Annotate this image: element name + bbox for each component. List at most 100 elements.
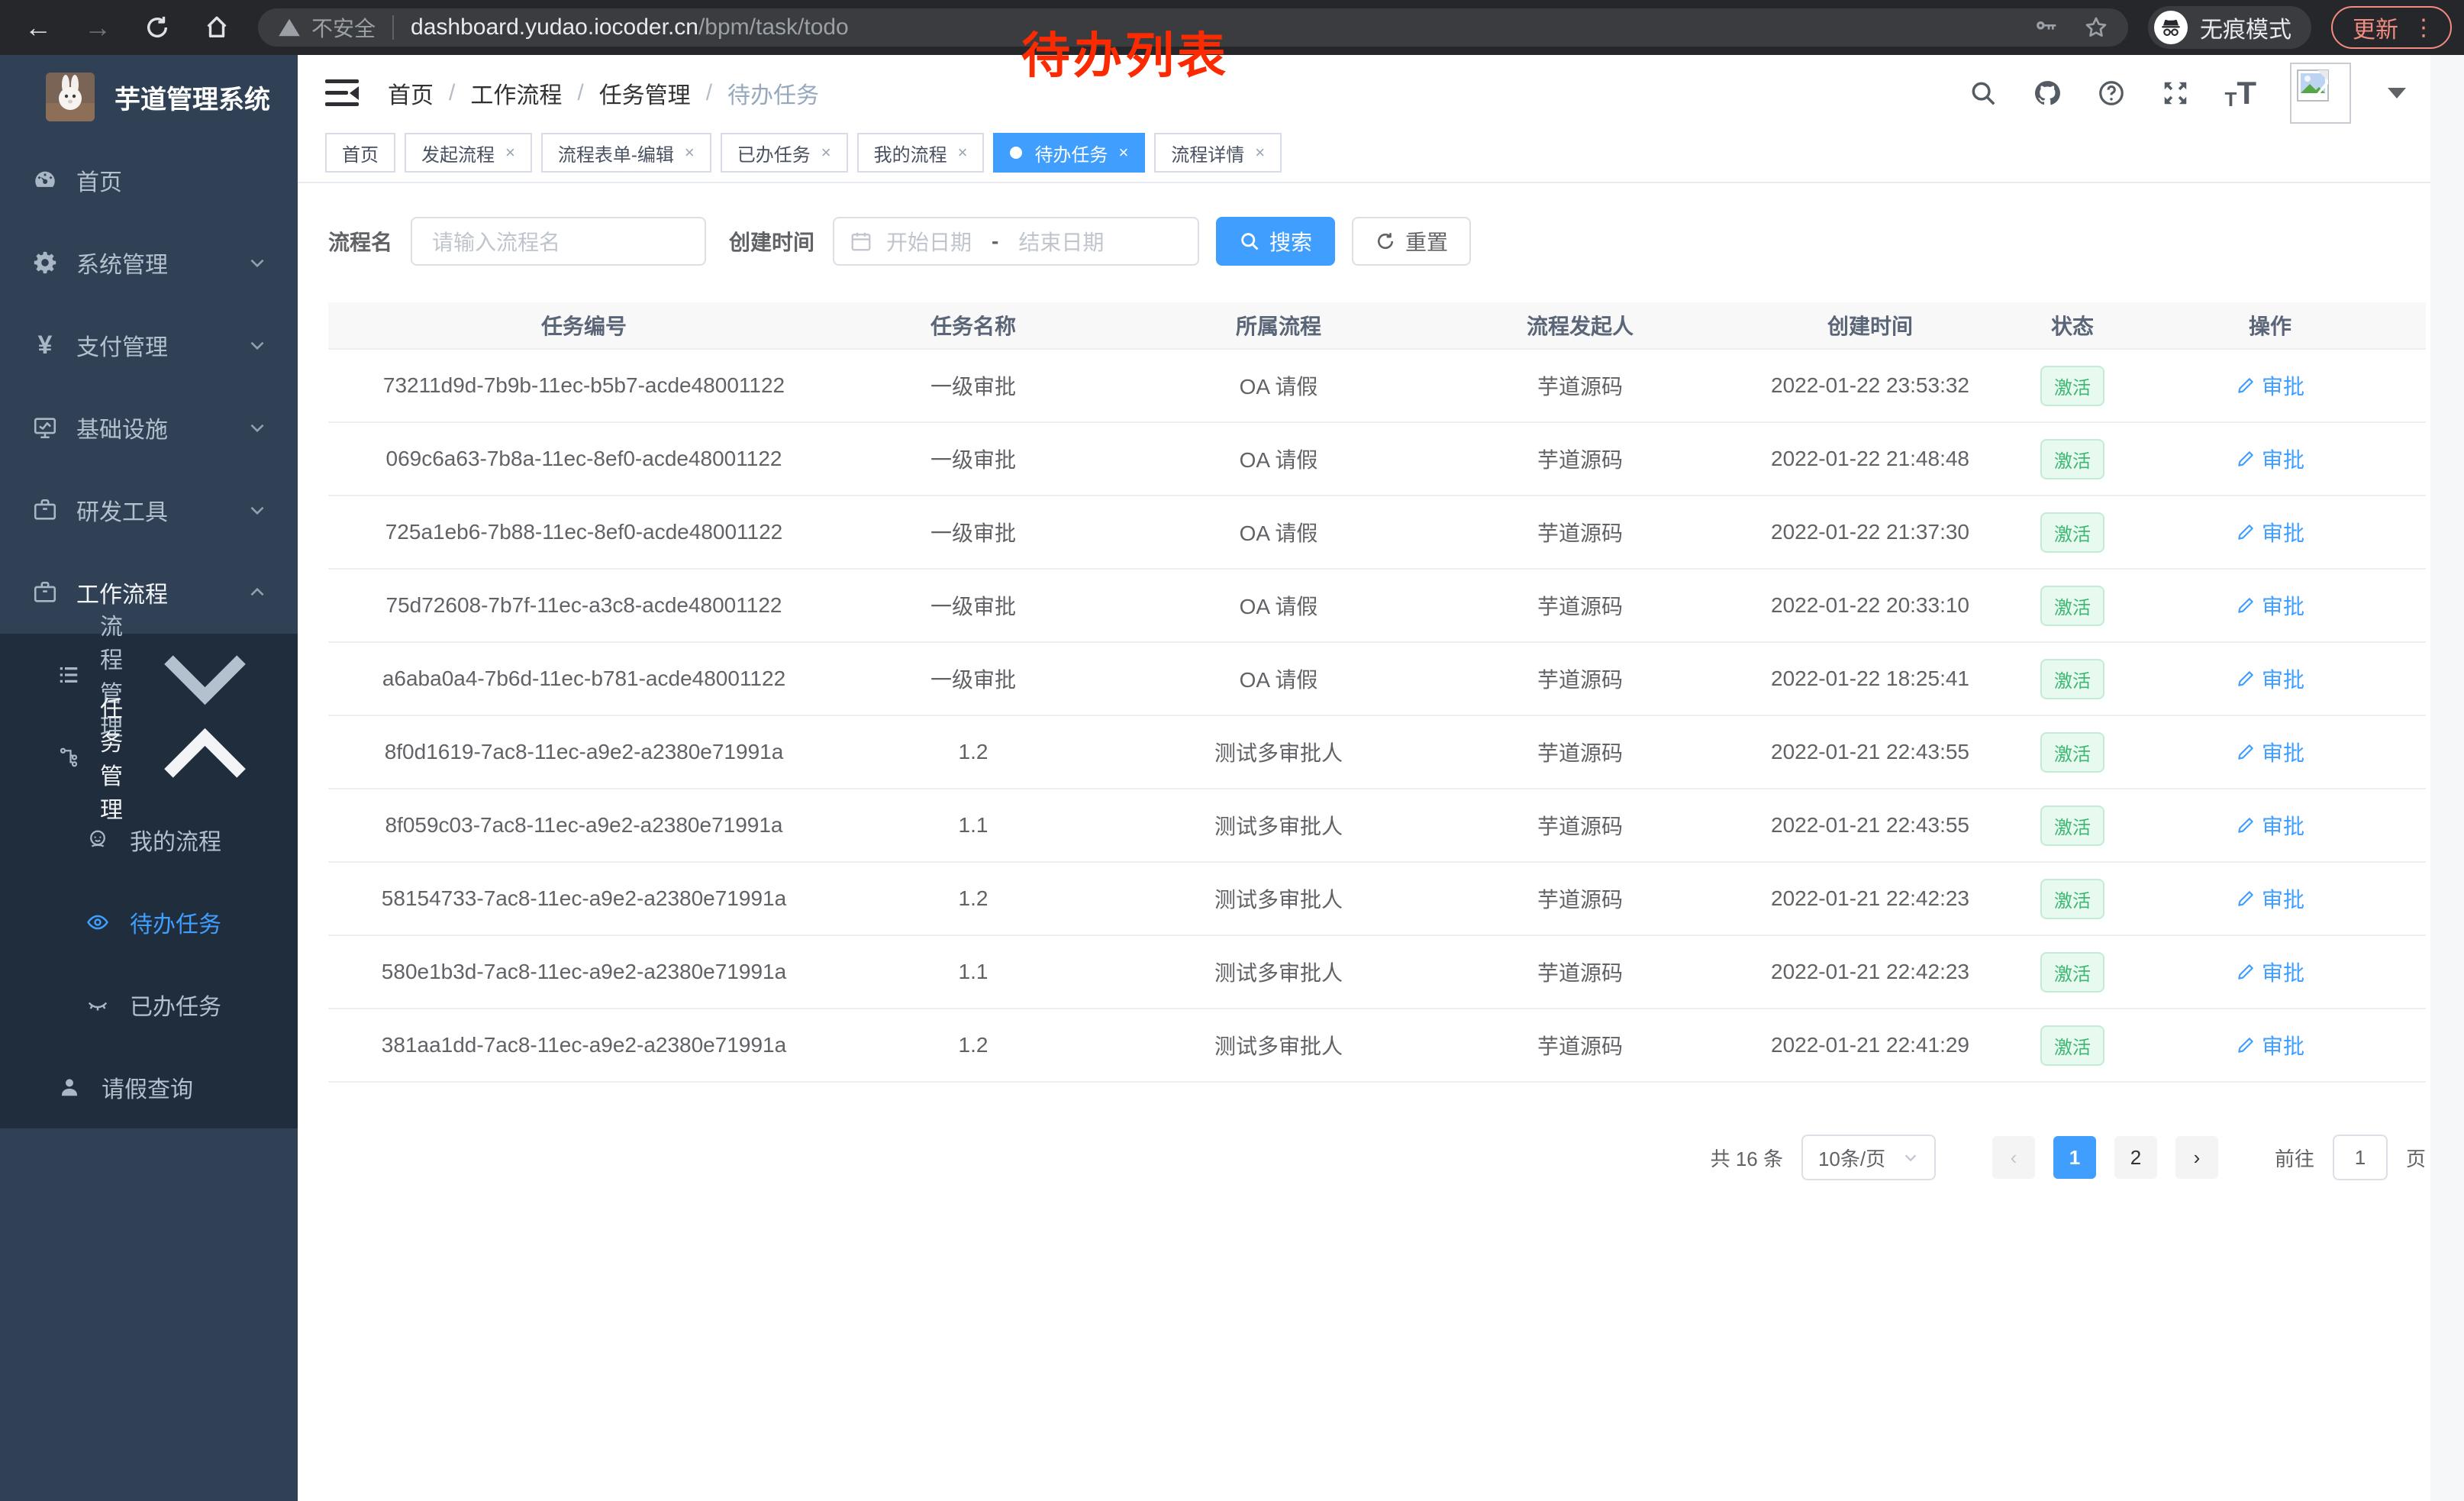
cell-created: 2022-01-21 22:42:23 — [1710, 886, 2030, 911]
caret-down-icon[interactable] — [2388, 88, 2406, 98]
sidebar-item-infra[interactable]: 基础设施 — [0, 386, 298, 469]
approve-link[interactable]: 审批 — [2236, 1030, 2304, 1060]
incognito-badge: 无痕模式 — [2148, 6, 2311, 49]
breadcrumb-task-mgmt[interactable]: 任务管理 — [599, 76, 691, 110]
goto-page-input[interactable]: 1 — [2333, 1135, 2388, 1180]
avatar[interactable] — [2290, 63, 2351, 124]
filter-bar: 流程名 请输入流程名 创建时间 开始日期 - 结束日期 — [328, 217, 2464, 266]
approve-link[interactable]: 审批 — [2236, 883, 2304, 914]
breadcrumb-home[interactable]: 首页 — [388, 76, 434, 110]
collapse-sidebar-icon[interactable] — [325, 79, 359, 107]
workflow-submenu: 流程管理 任务管理 — [0, 634, 298, 1128]
search-icon[interactable] — [1968, 78, 1998, 108]
date-range-picker[interactable]: 开始日期 - 结束日期 — [833, 217, 1199, 266]
approve-link[interactable]: 审批 — [2236, 517, 2304, 547]
scrollbar-gutter[interactable] — [2430, 55, 2464, 1501]
list-icon — [57, 663, 80, 687]
sidebar-item-payment[interactable]: ¥ 支付管理 — [0, 304, 298, 386]
cell-task-name: 一级审批 — [840, 590, 1107, 621]
cell-process: 测试多审批人 — [1107, 883, 1450, 914]
cell-task-id: 381aa1dd-7ac8-11ec-a9e2-a2380e71991a — [328, 1033, 840, 1057]
status-badge: 激活 — [2040, 952, 2104, 993]
close-icon[interactable]: × — [505, 143, 515, 163]
tree-icon — [57, 745, 80, 770]
update-button[interactable]: 更新 ⋮ — [2331, 6, 2452, 49]
sidebar-item-system[interactable]: 系统管理 — [0, 221, 298, 304]
sidebar-item-task-mgmt[interactable]: 任务管理 — [0, 716, 298, 799]
browser-reload-icon[interactable] — [142, 12, 173, 43]
cell-starter: 芋道源码 — [1450, 517, 1710, 547]
chevron-down-icon — [247, 335, 267, 355]
font-size-icon[interactable]: TT — [2224, 75, 2256, 111]
bookmark-star-icon[interactable] — [2084, 15, 2108, 40]
top-navbar: 首页 / 工作流程 / 任务管理 / 待办任务 — [298, 55, 2464, 131]
not-secure-warning-icon — [278, 16, 301, 39]
page-1-button[interactable]: 1 — [2053, 1136, 2096, 1179]
cell-task-name: 1.1 — [840, 813, 1107, 838]
sidebar-item-done-tasks[interactable]: 已办任务 — [0, 964, 298, 1046]
breadcrumb-workflow[interactable]: 工作流程 — [470, 76, 562, 110]
sidebar-item-leave-query[interactable]: 请假查询 — [0, 1046, 298, 1128]
tab-done-tasks[interactable]: 已办任务 × — [721, 133, 848, 173]
next-page-button[interactable]: › — [2175, 1136, 2218, 1179]
sidebar-item-label: 工作流程 — [76, 576, 231, 609]
eye-icon — [85, 910, 110, 934]
approve-link[interactable]: 审批 — [2236, 810, 2304, 841]
tab-home[interactable]: 首页 — [325, 133, 395, 173]
table-header-row: 任务编号 任务名称 所属流程 流程发起人 创建时间 状态 操作 — [328, 302, 2426, 350]
approve-link[interactable]: 审批 — [2236, 737, 2304, 767]
tab-label: 流程详情 — [1171, 140, 1244, 166]
browser-back-icon[interactable]: ← — [23, 12, 53, 43]
table-row: a6aba0a4-7b6d-11ec-b781-acde48001122 一级审… — [328, 643, 2426, 716]
address-separator — [392, 15, 394, 40]
edit-pencil-icon — [2236, 889, 2256, 909]
create-time-label: 创建时间 — [729, 226, 814, 257]
edit-pencil-icon — [2236, 815, 2256, 835]
browser-home-icon[interactable] — [202, 12, 232, 43]
chevron-down-icon — [247, 500, 267, 520]
close-icon[interactable]: × — [685, 143, 695, 163]
tab-start-process[interactable]: 发起流程 × — [405, 133, 532, 173]
close-icon[interactable]: × — [958, 143, 968, 163]
approve-link[interactable]: 审批 — [2236, 663, 2304, 694]
close-icon[interactable]: × — [1255, 143, 1265, 163]
close-icon[interactable]: × — [1118, 143, 1128, 163]
col-task-name: 任务名称 — [840, 310, 1107, 341]
page-size-select[interactable]: 10条/页 — [1801, 1135, 1936, 1180]
reset-button[interactable]: 重置 — [1352, 217, 1471, 266]
browser-menu-icon[interactable]: ⋮ — [2412, 15, 2437, 41]
help-icon[interactable] — [2096, 78, 2127, 108]
tab-todo-tasks[interactable]: 待办任务 × — [993, 133, 1145, 173]
approve-link[interactable]: 审批 — [2236, 590, 2304, 621]
col-actions: 操作 — [2114, 310, 2426, 341]
tab-my-process[interactable]: 我的流程 × — [857, 133, 985, 173]
status-badge: 激活 — [2040, 805, 2104, 846]
browser-forward-icon[interactable]: → — [82, 12, 113, 43]
sidebar-item-devtools[interactable]: 研发工具 — [0, 469, 298, 551]
sidebar-item-home[interactable]: 首页 — [0, 139, 298, 221]
cell-created: 2022-01-22 21:37:30 — [1710, 520, 2030, 544]
app-logo-row: 芋道管理系统 — [0, 55, 298, 139]
key-icon[interactable] — [2033, 15, 2058, 40]
github-icon[interactable] — [2032, 78, 2062, 108]
table-row: 8f0d1619-7ac8-11ec-a9e2-a2380e71991a 1.2… — [328, 716, 2426, 789]
table-row: 73211d9d-7b9b-11ec-b5b7-acde48001122 一级审… — [328, 350, 2426, 423]
sidebar-item-todo-tasks[interactable]: 待办任务 — [0, 881, 298, 964]
cell-starter: 芋道源码 — [1450, 737, 1710, 767]
fullscreen-icon[interactable] — [2160, 78, 2191, 108]
sidebar-item-label: 首页 — [76, 163, 267, 197]
cell-task-name: 一级审批 — [840, 663, 1107, 694]
approve-link[interactable]: 审批 — [2236, 957, 2304, 987]
close-icon[interactable]: × — [821, 143, 831, 163]
cell-task-name: 1.2 — [840, 1033, 1107, 1057]
page-2-button[interactable]: 2 — [2114, 1136, 2157, 1179]
search-button[interactable]: 搜索 — [1216, 217, 1335, 266]
tab-process-detail[interactable]: 流程详情 × — [1154, 133, 1282, 173]
cell-process: OA 请假 — [1107, 590, 1450, 621]
approve-link[interactable]: 审批 — [2236, 444, 2304, 474]
prev-page-button[interactable]: ‹ — [1992, 1136, 2035, 1179]
tab-form-edit[interactable]: 流程表单-编辑 × — [541, 133, 711, 173]
security-label: 不安全 — [311, 12, 376, 43]
process-name-input[interactable]: 请输入流程名 — [411, 217, 706, 266]
approve-link[interactable]: 审批 — [2236, 370, 2304, 401]
